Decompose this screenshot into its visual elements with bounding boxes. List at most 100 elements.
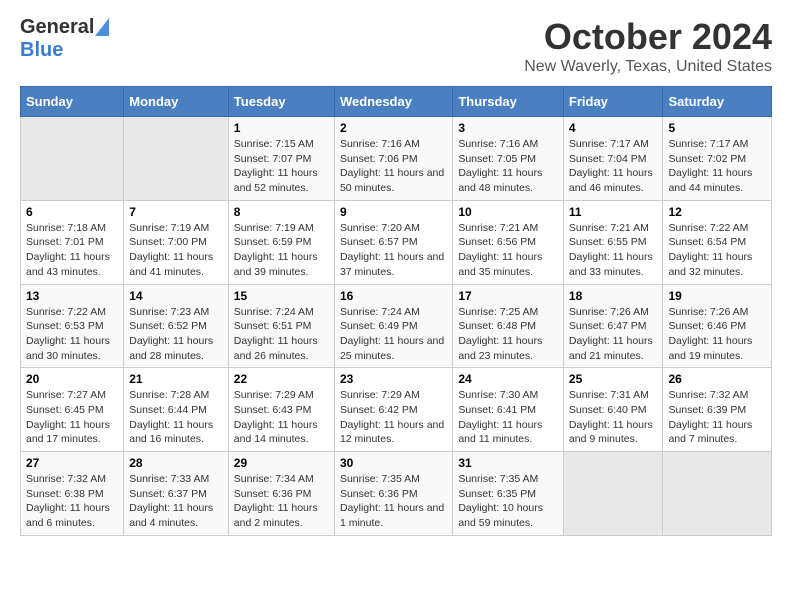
day-number: 2	[340, 121, 447, 135]
day-cell: 31 Sunrise: 7:35 AMSunset: 6:35 PMDayligh…	[453, 452, 564, 536]
page: General Blue October 2024 New Waverly, T…	[0, 0, 792, 552]
day-info: Sunrise: 7:23 AMSunset: 6:52 PMDaylight:…	[129, 305, 223, 364]
day-info: Sunrise: 7:22 AMSunset: 6:53 PMDaylight:…	[26, 305, 118, 364]
day-cell: 30 Sunrise: 7:35 AMSunset: 6:36 PMDayligh…	[334, 452, 452, 536]
day-cell: 28Sunrise: 7:33 AMSunset: 6:37 PMDayligh…	[124, 452, 229, 536]
day-number: 3	[458, 121, 558, 135]
day-info: Sunrise: 7:35 AMSunset: 6:36 PMDaylight:…	[340, 472, 447, 531]
day-info: Sunrise: 7:17 AMSunset: 7:02 PMDaylight:…	[668, 137, 766, 196]
day-info: Sunrise: 7:17 AMSunset: 7:04 PMDaylight:…	[569, 137, 658, 196]
day-info: Sunrise: 7:26 AMSunset: 6:46 PMDaylight:…	[668, 305, 766, 364]
day-cell: 10 Sunrise: 7:21 AMSunset: 6:56 PMDayligh…	[453, 200, 564, 284]
day-number: 23	[340, 372, 447, 386]
day-number: 14	[129, 289, 223, 303]
day-info: Sunrise: 7:18 AMSunset: 7:01 PMDaylight:…	[26, 221, 118, 280]
day-cell: 18 Sunrise: 7:26 AMSunset: 6:47 PMDayligh…	[563, 284, 663, 368]
day-info: Sunrise: 7:30 AMSunset: 6:41 PMDaylight:…	[458, 388, 558, 447]
day-info: Sunrise: 7:15 AMSunset: 7:07 PMDaylight:…	[234, 137, 329, 196]
logo-arrow-icon	[95, 18, 109, 36]
day-number: 11	[569, 205, 658, 219]
day-number: 20	[26, 372, 118, 386]
week-row-3: 13 Sunrise: 7:22 AMSunset: 6:53 PMDayligh…	[21, 284, 772, 368]
day-cell: 4 Sunrise: 7:17 AMSunset: 7:04 PMDaylight…	[563, 117, 663, 201]
col-friday: Friday	[563, 87, 663, 117]
day-cell: 17 Sunrise: 7:25 AMSunset: 6:48 PMDayligh…	[453, 284, 564, 368]
day-number: 10	[458, 205, 558, 219]
day-number: 21	[129, 372, 223, 386]
day-number: 5	[668, 121, 766, 135]
day-cell: 26Sunrise: 7:32 AMSunset: 6:39 PMDayligh…	[663, 368, 772, 452]
day-number: 24	[458, 372, 558, 386]
week-row-1: 1 Sunrise: 7:15 AMSunset: 7:07 PMDaylight…	[21, 117, 772, 201]
day-cell: 22 Sunrise: 7:29 AMSunset: 6:43 PMDayligh…	[228, 368, 334, 452]
logo-general-text: General	[20, 16, 94, 39]
day-info: Sunrise: 7:35 AMSunset: 6:35 PMDaylight:…	[458, 472, 558, 531]
day-info: Sunrise: 7:34 AMSunset: 6:36 PMDaylight:…	[234, 472, 329, 531]
day-number: 31	[458, 456, 558, 470]
calendar-table: Sunday Monday Tuesday Wednesday Thursday…	[20, 86, 772, 536]
day-cell: 9 Sunrise: 7:20 AMSunset: 6:57 PMDaylight…	[334, 200, 452, 284]
day-info: Sunrise: 7:24 AMSunset: 6:49 PMDaylight:…	[340, 305, 447, 364]
day-cell: 5 Sunrise: 7:17 AMSunset: 7:02 PMDaylight…	[663, 117, 772, 201]
day-cell: 6Sunrise: 7:18 AMSunset: 7:01 PMDaylight…	[21, 200, 124, 284]
day-number: 7	[129, 205, 223, 219]
day-cell	[21, 117, 124, 201]
day-cell: 21 Sunrise: 7:28 AMSunset: 6:44 PMDayligh…	[124, 368, 229, 452]
day-info: Sunrise: 7:28 AMSunset: 6:44 PMDaylight:…	[129, 388, 223, 447]
week-row-5: 27Sunrise: 7:32 AMSunset: 6:38 PMDayligh…	[21, 452, 772, 536]
day-cell	[124, 117, 229, 201]
day-cell: 16 Sunrise: 7:24 AMSunset: 6:49 PMDayligh…	[334, 284, 452, 368]
day-cell: 3Sunrise: 7:16 AMSunset: 7:05 PMDaylight…	[453, 117, 564, 201]
logo: General Blue	[20, 16, 109, 62]
day-info: Sunrise: 7:21 AMSunset: 6:56 PMDaylight:…	[458, 221, 558, 280]
day-cell: 12 Sunrise: 7:22 AMSunset: 6:54 PMDayligh…	[663, 200, 772, 284]
day-info: Sunrise: 7:19 AMSunset: 7:00 PMDaylight:…	[129, 221, 223, 280]
day-info: Sunrise: 7:31 AMSunset: 6:40 PMDaylight:…	[569, 388, 658, 447]
day-cell: 14 Sunrise: 7:23 AMSunset: 6:52 PMDayligh…	[124, 284, 229, 368]
day-info: Sunrise: 7:25 AMSunset: 6:48 PMDaylight:…	[458, 305, 558, 364]
day-info: Sunrise: 7:20 AMSunset: 6:57 PMDaylight:…	[340, 221, 447, 280]
day-number: 26	[668, 372, 766, 386]
day-cell: 2Sunrise: 7:16 AMSunset: 7:06 PMDaylight…	[334, 117, 452, 201]
day-number: 8	[234, 205, 329, 219]
day-number: 18	[569, 289, 658, 303]
col-wednesday: Wednesday	[334, 87, 452, 117]
header-row: Sunday Monday Tuesday Wednesday Thursday…	[21, 87, 772, 117]
day-number: 30	[340, 456, 447, 470]
day-info: Sunrise: 7:33 AMSunset: 6:37 PMDaylight:…	[129, 472, 223, 531]
col-monday: Monday	[124, 87, 229, 117]
day-number: 29	[234, 456, 329, 470]
day-cell: 25 Sunrise: 7:31 AMSunset: 6:40 PMDayligh…	[563, 368, 663, 452]
col-sunday: Sunday	[21, 87, 124, 117]
day-number: 25	[569, 372, 658, 386]
day-number: 9	[340, 205, 447, 219]
day-cell: 1 Sunrise: 7:15 AMSunset: 7:07 PMDaylight…	[228, 117, 334, 201]
day-cell: 23 Sunrise: 7:29 AMSunset: 6:42 PMDayligh…	[334, 368, 452, 452]
day-cell: 7 Sunrise: 7:19 AMSunset: 7:00 PMDaylight…	[124, 200, 229, 284]
day-info: Sunrise: 7:26 AMSunset: 6:47 PMDaylight:…	[569, 305, 658, 364]
day-info: Sunrise: 7:24 AMSunset: 6:51 PMDaylight:…	[234, 305, 329, 364]
day-info: Sunrise: 7:22 AMSunset: 6:54 PMDaylight:…	[668, 221, 766, 280]
day-number: 12	[668, 205, 766, 219]
col-tuesday: Tuesday	[228, 87, 334, 117]
day-number: 1	[234, 121, 329, 135]
day-cell: 13 Sunrise: 7:22 AMSunset: 6:53 PMDayligh…	[21, 284, 124, 368]
day-info: Sunrise: 7:27 AMSunset: 6:45 PMDaylight:…	[26, 388, 118, 447]
day-cell: 24 Sunrise: 7:30 AMSunset: 6:41 PMDayligh…	[453, 368, 564, 452]
calendar-subtitle: New Waverly, Texas, United States	[524, 58, 772, 76]
day-number: 17	[458, 289, 558, 303]
day-cell: 15 Sunrise: 7:24 AMSunset: 6:51 PMDayligh…	[228, 284, 334, 368]
day-cell	[563, 452, 663, 536]
col-saturday: Saturday	[663, 87, 772, 117]
day-cell: 19Sunrise: 7:26 AMSunset: 6:46 PMDayligh…	[663, 284, 772, 368]
day-number: 13	[26, 289, 118, 303]
day-number: 22	[234, 372, 329, 386]
title-block: October 2024 New Waverly, Texas, United …	[524, 16, 772, 76]
day-info: Sunrise: 7:29 AMSunset: 6:42 PMDaylight:…	[340, 388, 447, 447]
day-number: 16	[340, 289, 447, 303]
week-row-2: 6Sunrise: 7:18 AMSunset: 7:01 PMDaylight…	[21, 200, 772, 284]
day-number: 15	[234, 289, 329, 303]
day-info: Sunrise: 7:29 AMSunset: 6:43 PMDaylight:…	[234, 388, 329, 447]
day-number: 4	[569, 121, 658, 135]
day-number: 27	[26, 456, 118, 470]
